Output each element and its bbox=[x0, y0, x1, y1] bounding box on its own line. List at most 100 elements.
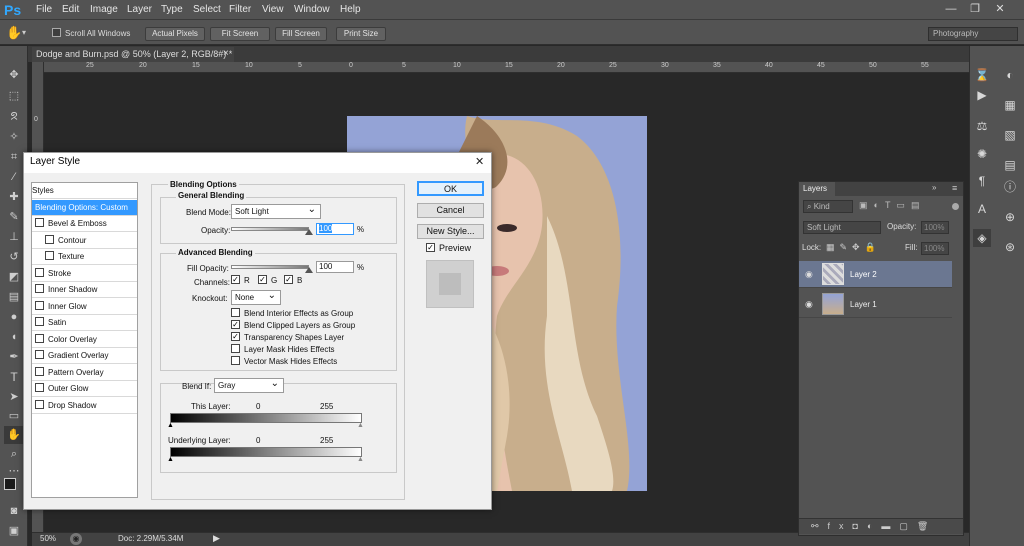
color-panel-icon[interactable]: ◐ bbox=[1001, 66, 1019, 84]
magic-wand-icon[interactable]: ✧ bbox=[4, 128, 24, 146]
style-checkbox[interactable] bbox=[35, 268, 44, 278]
lock-icons[interactable]: ▦✎✥🔒 bbox=[826, 242, 881, 253]
collapse-panel-icon[interactable]: » bbox=[932, 183, 936, 192]
cancel-button[interactable]: Cancel bbox=[417, 203, 484, 218]
underlying-white-handle[interactable]: ▲ bbox=[357, 456, 364, 463]
style-checkbox[interactable] bbox=[35, 383, 44, 393]
ok-button[interactable]: OK bbox=[417, 181, 484, 196]
close-tab-icon[interactable]: × bbox=[223, 48, 229, 59]
menu-type[interactable]: Type bbox=[161, 4, 183, 15]
this-layer-white-handle[interactable]: ▲ bbox=[357, 422, 364, 429]
layer-fill-input[interactable]: 100% bbox=[921, 242, 949, 255]
style-item-contour[interactable]: Contour bbox=[32, 233, 137, 249]
opacity-slider[interactable] bbox=[231, 227, 309, 231]
layers-panel-icon[interactable]: ◈ bbox=[973, 229, 991, 247]
fill-screen-button[interactable]: Fill Screen bbox=[275, 27, 327, 41]
menu-image[interactable]: Image bbox=[90, 4, 118, 15]
layer-row[interactable]: ◉ Layer 2 bbox=[799, 261, 952, 288]
menu-select[interactable]: Select bbox=[193, 4, 221, 15]
marquee-tool-icon[interactable]: ⬚ bbox=[4, 87, 24, 105]
properties-panel-icon[interactable]: ▤ bbox=[1001, 156, 1019, 174]
actions-panel-icon[interactable]: ▶ bbox=[973, 86, 991, 104]
style-item-color-overlay[interactable]: Color Overlay bbox=[32, 332, 137, 348]
opacity-slider-handle[interactable] bbox=[305, 229, 313, 235]
style-item-blending-options[interactable]: Blending Options: Custom bbox=[32, 200, 137, 216]
tool-preset-chevron-icon[interactable]: ▾ bbox=[22, 28, 26, 37]
visibility-eye-icon[interactable]: ◉ bbox=[805, 269, 813, 280]
blend-mode-select[interactable]: Soft Light bbox=[231, 203, 321, 219]
style-item-inner-glow[interactable]: Inner Glow bbox=[32, 299, 137, 315]
channel-g-checkbox[interactable]: ✓ bbox=[258, 275, 267, 285]
screen-mode-icon[interactable]: ▣ bbox=[4, 522, 24, 540]
foreground-color-swatch[interactable] bbox=[4, 478, 16, 490]
zoom-level[interactable]: 50% bbox=[40, 534, 56, 543]
preview-option[interactable]: ✓ Preview bbox=[426, 243, 471, 253]
menu-window[interactable]: Window bbox=[294, 4, 330, 15]
print-size-button[interactable]: Print Size bbox=[336, 27, 386, 41]
zoom-tool-icon[interactable]: ⌕ bbox=[4, 445, 24, 463]
layers-footer-icons[interactable]: ⚯fx◘◐▬▢🗑 bbox=[799, 518, 963, 534]
layer-row[interactable]: ◉ Layer 1 bbox=[799, 291, 952, 318]
style-checkbox[interactable] bbox=[35, 284, 44, 294]
option-checkbox[interactable]: ✓ bbox=[231, 332, 240, 342]
channel-b-checkbox[interactable]: ✓ bbox=[284, 275, 293, 285]
style-checkbox[interactable] bbox=[45, 251, 54, 261]
visibility-eye-icon[interactable]: ◉ bbox=[805, 299, 813, 310]
style-checkbox[interactable] bbox=[35, 218, 44, 228]
menu-help[interactable]: Help bbox=[340, 4, 361, 15]
quick-mask-icon[interactable]: ◙ bbox=[4, 502, 24, 520]
style-checkbox[interactable] bbox=[35, 301, 44, 311]
option-checkbox[interactable] bbox=[231, 356, 240, 366]
swatches-panel-icon[interactable]: ▦ bbox=[1001, 96, 1019, 114]
layer-opacity-input[interactable]: 100% bbox=[921, 221, 949, 234]
menu-view[interactable]: View bbox=[262, 4, 284, 15]
gradient-tool-icon[interactable]: ▤ bbox=[4, 288, 24, 306]
styles-header[interactable]: Styles bbox=[32, 183, 137, 199]
underlying-black-handle[interactable]: ▲ bbox=[167, 456, 174, 463]
dodge-tool-icon[interactable]: ◖ bbox=[4, 328, 24, 346]
status-menu-arrow-icon[interactable]: ▶ bbox=[213, 533, 220, 544]
blend-if-select[interactable]: Gray bbox=[214, 377, 284, 393]
option-checkbox[interactable] bbox=[231, 344, 240, 354]
option-transparency-shapes[interactable]: ✓ Transparency Shapes Layer bbox=[231, 332, 344, 342]
filter-toggle-icon[interactable] bbox=[952, 203, 959, 210]
channel-b[interactable]: ✓ B bbox=[284, 275, 302, 285]
path-selection-icon[interactable]: ➤ bbox=[4, 388, 24, 406]
fill-opacity-slider[interactable] bbox=[231, 265, 309, 269]
knockout-select[interactable]: None bbox=[231, 289, 281, 305]
style-item-bevel-emboss[interactable]: Bevel & Emboss bbox=[32, 216, 137, 232]
dialog-close-icon[interactable]: ✕ bbox=[475, 155, 484, 168]
style-checkbox[interactable] bbox=[35, 350, 44, 360]
underlying-layer-gradient[interactable] bbox=[170, 447, 362, 457]
pen-tool-icon[interactable]: ✒ bbox=[4, 348, 24, 366]
channels-panel-icon[interactable]: ⊛ bbox=[1001, 238, 1019, 256]
brush-presets-icon[interactable]: ✺ bbox=[973, 145, 991, 163]
opacity-input[interactable]: 100 bbox=[316, 223, 354, 235]
fit-screen-button[interactable]: Fit Screen bbox=[210, 27, 270, 41]
channel-r-checkbox[interactable]: ✓ bbox=[231, 275, 240, 285]
layer-filter-icons[interactable]: ▣◐T▭▤ bbox=[859, 200, 925, 211]
character-panel-icon[interactable]: A bbox=[973, 200, 991, 218]
close-window-button[interactable]: ✕ bbox=[993, 2, 1007, 16]
new-style-button[interactable]: New Style... bbox=[417, 224, 484, 239]
history-brush-icon[interactable]: ↺ bbox=[4, 248, 24, 266]
adjustments-panel-icon[interactable]: ⚖ bbox=[973, 117, 991, 135]
styles-panel-icon[interactable]: ▧ bbox=[1001, 126, 1019, 144]
history-panel-icon[interactable]: ⌛ bbox=[973, 66, 991, 84]
option-checkbox[interactable]: ✓ bbox=[231, 320, 240, 330]
style-checkbox[interactable] bbox=[35, 317, 44, 327]
preview-checkbox[interactable]: ✓ bbox=[426, 243, 435, 253]
style-item-drop-shadow[interactable]: Drop Shadow bbox=[32, 398, 137, 414]
menu-file[interactable]: File bbox=[36, 4, 52, 15]
scroll-all-checkbox[interactable] bbox=[52, 28, 61, 37]
hand-tool-active-icon[interactable]: ✋ bbox=[4, 426, 24, 444]
panel-menu-icon[interactable]: ≡ bbox=[952, 183, 957, 193]
paragraph-panel-icon[interactable]: ¶ bbox=[973, 172, 991, 190]
style-item-texture[interactable]: Texture bbox=[32, 249, 137, 265]
this-layer-black-handle[interactable]: ▲ bbox=[167, 422, 174, 429]
style-item-stroke[interactable]: Stroke bbox=[32, 266, 137, 282]
info-panel-icon[interactable]: ⓘ bbox=[1001, 178, 1019, 196]
style-checkbox[interactable] bbox=[35, 334, 44, 344]
style-checkbox[interactable] bbox=[35, 400, 44, 410]
option-layer-mask-hides[interactable]: Layer Mask Hides Effects bbox=[231, 344, 335, 354]
